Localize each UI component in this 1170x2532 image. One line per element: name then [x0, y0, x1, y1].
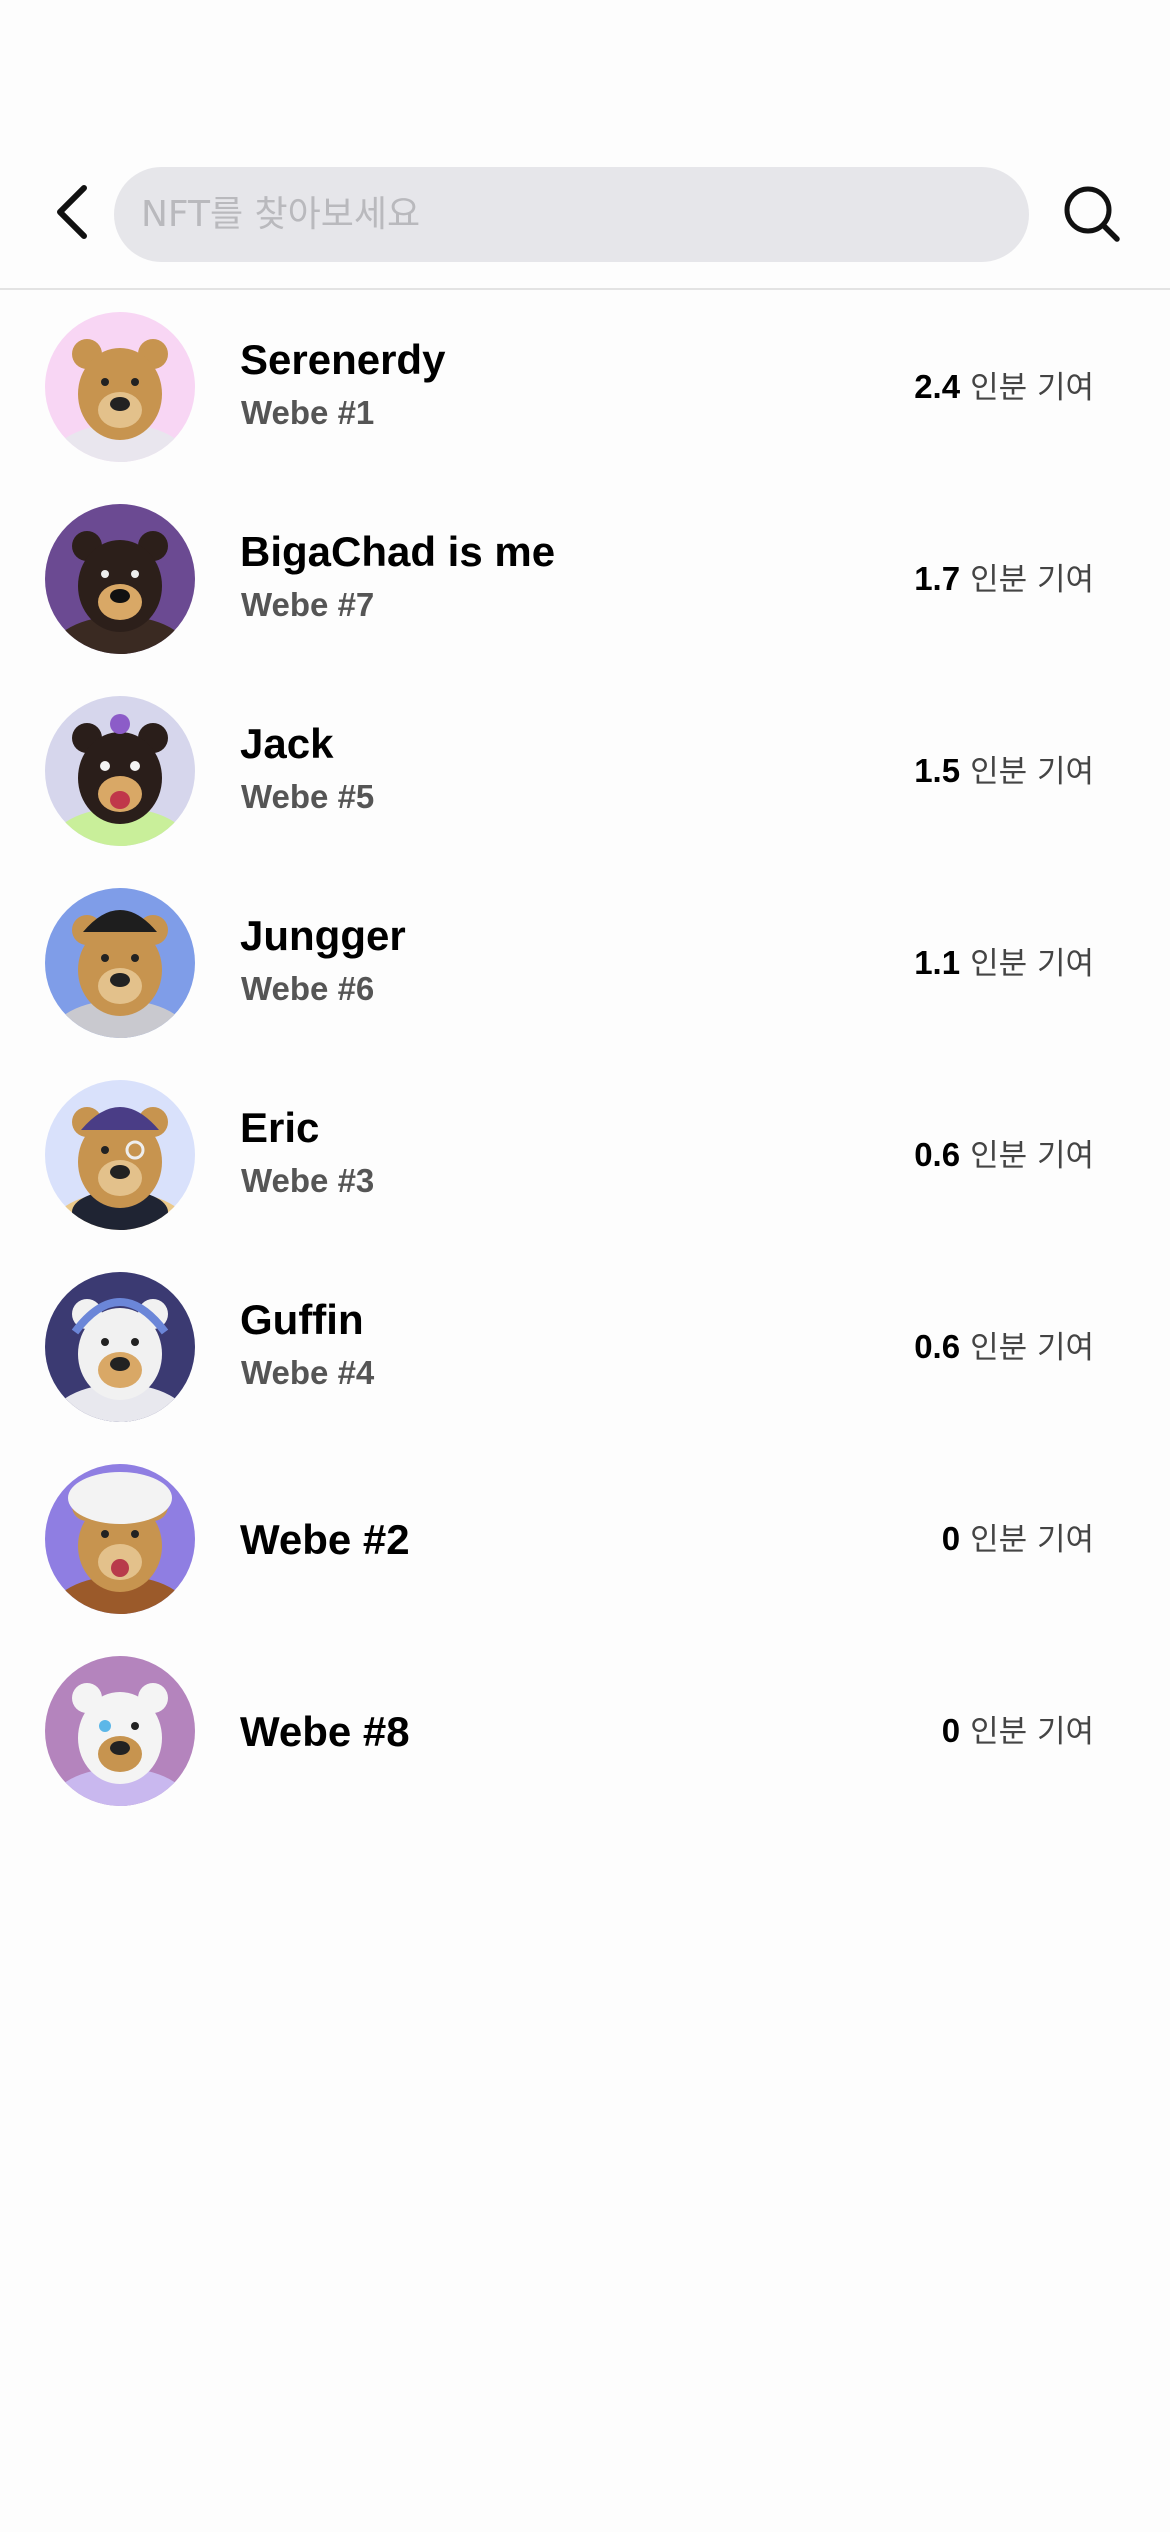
- list-item[interactable]: Webe #8 0 인분 기여: [0, 1634, 1170, 1826]
- back-button[interactable]: [40, 176, 104, 248]
- contribution: 2.4 인분 기여: [914, 362, 1094, 407]
- contribution-value: 2.4: [914, 368, 961, 405]
- list-item[interactable]: Jungger Webe #6 1.1 인분 기여: [0, 866, 1170, 1058]
- member-token: Webe #6: [241, 970, 375, 1007]
- list-item[interactable]: Guffin Webe #4 0.6 인분 기여: [0, 1250, 1170, 1442]
- list-item[interactable]: BigaChad is me Webe #7 1.7 인분 기여: [0, 482, 1170, 674]
- contribution: 0 인분 기여: [942, 1514, 1094, 1559]
- contribution-value: 0.6: [914, 1328, 961, 1365]
- member-name: Guffin: [240, 1296, 364, 1343]
- contribution: 1.7 인분 기여: [914, 554, 1094, 599]
- member-token: Webe #1: [241, 394, 375, 431]
- contribution-value: 0: [941, 1712, 961, 1749]
- member-name: Webe #2: [240, 1516, 410, 1563]
- avatar: [45, 696, 195, 846]
- contribution: 0.6 인분 기여: [914, 1130, 1094, 1175]
- avatar: [45, 504, 195, 654]
- list-item[interactable]: Webe #2 0 인분 기여: [0, 1442, 1170, 1634]
- list-item[interactable]: Eric Webe #3 0.6 인분 기여: [0, 1058, 1170, 1250]
- contribution: 1.5 인분 기여: [914, 746, 1094, 791]
- member-name: Jungger: [240, 912, 406, 959]
- top-bar: [0, 0, 1170, 290]
- avatar: [45, 1272, 195, 1422]
- avatar: [45, 1656, 195, 1806]
- chevron-left-icon: [57, 185, 87, 239]
- contribution-unit: 인분 기여: [970, 1522, 1094, 1558]
- member-token: Webe #3: [241, 1162, 375, 1199]
- contribution-unit: 인분 기여: [970, 370, 1094, 406]
- contribution-value: 1.7: [914, 560, 961, 597]
- search-input[interactable]: [139, 193, 1029, 236]
- contribution-unit: 인분 기여: [970, 946, 1094, 982]
- contribution-value: 0: [941, 1520, 961, 1557]
- contribution-unit: 인분 기여: [970, 1138, 1094, 1174]
- member-token: Webe #4: [241, 1354, 375, 1391]
- search-button[interactable]: [1060, 178, 1124, 250]
- search-bar[interactable]: [114, 167, 1029, 262]
- member-name: Serenerdy: [240, 336, 446, 383]
- list-item[interactable]: Jack Webe #5 1.5 인분 기여: [0, 674, 1170, 866]
- contribution-unit: 인분 기여: [970, 1330, 1094, 1366]
- member-name: BigaChad is me: [240, 528, 556, 575]
- contribution-unit: 인분 기여: [970, 754, 1094, 790]
- avatar: [45, 312, 195, 462]
- member-name: Eric: [240, 1104, 320, 1151]
- member-name: Webe #8: [240, 1708, 410, 1755]
- contribution-value: 1.1: [914, 944, 961, 981]
- avatar: [45, 1080, 195, 1230]
- member-token: Webe #5: [241, 778, 375, 815]
- list-item[interactable]: Serenerdy Webe #1 2.4 인분 기여: [0, 290, 1170, 482]
- contribution-unit: 인분 기여: [970, 1714, 1094, 1750]
- member-list: Serenerdy Webe #1 2.4 인분 기여 BigaChad is …: [0, 290, 1170, 1826]
- member-name: Jack: [240, 720, 334, 767]
- contribution-value: 1.5: [914, 752, 961, 789]
- contribution: 1.1 인분 기여: [914, 938, 1094, 983]
- contribution: 0 인분 기여: [942, 1706, 1094, 1751]
- contribution-value: 0.6: [914, 1136, 961, 1173]
- avatar: [45, 1464, 195, 1614]
- avatar: [45, 888, 195, 1038]
- contribution: 0.6 인분 기여: [914, 1322, 1094, 1367]
- contribution-unit: 인분 기여: [970, 562, 1094, 598]
- member-token: Webe #7: [241, 586, 375, 623]
- search-icon: [1064, 186, 1120, 242]
